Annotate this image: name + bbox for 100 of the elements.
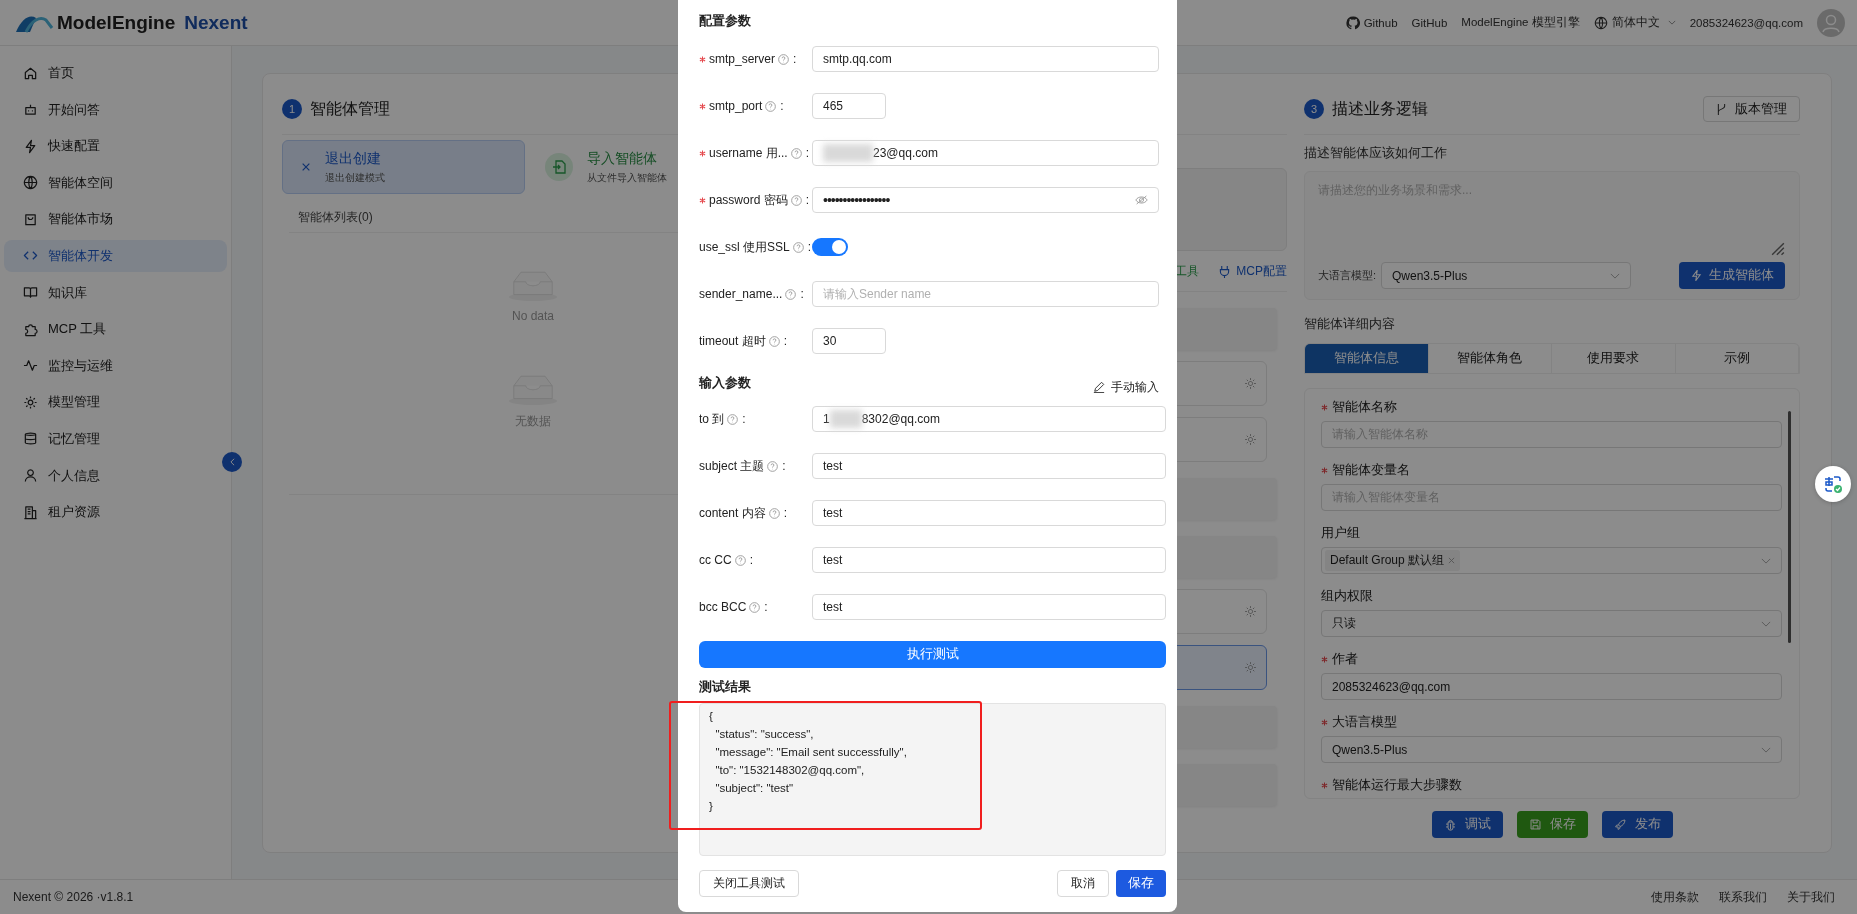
collapse-button[interactable] bbox=[222, 452, 242, 472]
close-test-button[interactable]: 关闭工具测试 bbox=[699, 870, 799, 897]
help-icon[interactable] bbox=[734, 554, 746, 566]
sidebar-item[interactable]: 首页 bbox=[4, 57, 227, 89]
run-test-button[interactable]: 执行测试 bbox=[699, 641, 1166, 668]
tab[interactable]: 智能体角色 bbox=[1428, 344, 1552, 373]
manual-input-link[interactable]: 手动输入 bbox=[1093, 378, 1159, 396]
github-link[interactable]: GitHub bbox=[1411, 16, 1448, 29]
sidebar-item[interactable]: 租户资源 bbox=[4, 496, 227, 529]
password-input[interactable]: ••••••••••••••••• bbox=[812, 187, 1159, 213]
sidebar-item[interactable]: 知识库 bbox=[4, 276, 227, 309]
details-title: 智能体详细内容 bbox=[1304, 316, 1396, 333]
eye-off-icon[interactable] bbox=[1135, 195, 1148, 205]
text-input[interactable]: test bbox=[812, 547, 1166, 573]
tab[interactable]: 示例 bbox=[1675, 344, 1799, 373]
sidebar-item[interactable]: 监控与运维 bbox=[4, 349, 227, 382]
publish-button[interactable]: 发布 bbox=[1601, 811, 1673, 838]
engine-link[interactable]: ModelEngine 模型引擎 bbox=[1461, 15, 1580, 30]
label-colon: : bbox=[783, 334, 788, 348]
label-colon: : bbox=[742, 412, 746, 426]
translate-button[interactable] bbox=[1815, 466, 1851, 502]
step-number: 1 bbox=[282, 99, 302, 119]
text-input[interactable]: smtp.qq.com bbox=[812, 46, 1159, 72]
text-input[interactable]: 465 bbox=[812, 93, 886, 119]
caret-icon bbox=[1667, 20, 1676, 25]
lightning-icon bbox=[23, 138, 38, 154]
text-input[interactable]: test bbox=[812, 500, 1166, 526]
select-field[interactable]: Qwen3.5-Plus bbox=[1321, 736, 1782, 763]
scrollbar[interactable] bbox=[1788, 411, 1791, 643]
avatar-icon[interactable] bbox=[1817, 8, 1845, 37]
sidebar-item[interactable]: 智能体空间 bbox=[4, 166, 227, 199]
footer-link[interactable]: 关于我们 bbox=[1787, 888, 1835, 906]
footer-link[interactable]: 使用条款 bbox=[1651, 888, 1699, 906]
robot-icon bbox=[23, 102, 38, 118]
help-icon[interactable] bbox=[768, 335, 780, 347]
building-icon bbox=[23, 504, 38, 520]
text-input[interactable]: 1 8302@qq.com bbox=[812, 406, 1166, 432]
sidebar-item[interactable]: 开始问答 bbox=[4, 93, 227, 126]
field-label: cc CC bbox=[699, 553, 732, 567]
help-icon[interactable] bbox=[790, 194, 802, 206]
help-icon[interactable] bbox=[727, 413, 739, 425]
globe-icon bbox=[1593, 15, 1608, 30]
gear-icon[interactable] bbox=[1244, 433, 1257, 446]
label-colon: : bbox=[805, 146, 810, 160]
mcp-config-link[interactable]: MCP配置 bbox=[1236, 262, 1287, 280]
sidebar-item[interactable]: 个人信息 bbox=[4, 459, 227, 492]
chevron-left-icon bbox=[229, 458, 235, 466]
text-input[interactable]: 30 bbox=[812, 328, 886, 354]
help-icon[interactable] bbox=[792, 241, 804, 253]
label-colon: : bbox=[793, 52, 797, 66]
sidebar-item[interactable]: 记忆管理 bbox=[4, 422, 227, 455]
select-field[interactable]: 只读 bbox=[1321, 610, 1782, 637]
sidebar-item[interactable]: 快速配置 bbox=[4, 130, 227, 163]
field-label: to 到 bbox=[699, 410, 725, 428]
text-input[interactable]: test bbox=[812, 594, 1166, 620]
sidebar-item[interactable]: 智能体开发 bbox=[4, 239, 227, 272]
translate-icon bbox=[1823, 474, 1843, 494]
text-input[interactable]: 23@qq.com bbox=[812, 140, 1159, 166]
lightning-icon bbox=[1690, 269, 1703, 282]
help-icon[interactable] bbox=[765, 100, 777, 112]
gear-icon[interactable] bbox=[1244, 377, 1257, 390]
text-input[interactable]: 2085324623@qq.com bbox=[1321, 673, 1782, 700]
tab[interactable]: 使用要求 bbox=[1552, 344, 1676, 373]
home-icon bbox=[23, 65, 38, 81]
exit-create-button[interactable]: 退出创建 退出创建模式 bbox=[282, 140, 525, 194]
tab[interactable]: 智能体信息 bbox=[1305, 344, 1429, 373]
debug-button[interactable]: 调试 bbox=[1431, 811, 1503, 838]
field-label: subject 主题 bbox=[699, 457, 765, 475]
text-input[interactable]: test bbox=[812, 453, 1166, 479]
section-title: 测试结果 bbox=[699, 679, 752, 696]
help-icon[interactable] bbox=[790, 147, 802, 159]
close-icon[interactable] bbox=[1448, 557, 1456, 564]
github-link[interactable]: Github bbox=[1345, 15, 1398, 30]
close-icon bbox=[301, 162, 311, 172]
version-button[interactable]: 版本管理 bbox=[1703, 96, 1800, 122]
toggle-switch[interactable] bbox=[812, 238, 848, 256]
save-button[interactable]: 保存 bbox=[1116, 870, 1166, 897]
cancel-button[interactable]: 取消 bbox=[1057, 870, 1109, 897]
help-icon[interactable] bbox=[778, 53, 790, 65]
language-selector[interactable]: 简体中文 bbox=[1611, 15, 1660, 30]
chevron-down-icon bbox=[1761, 746, 1771, 753]
result-output: { "status": "success", "message": "Email sent successfully", "to": "1532148302@qq.com", "subject": "test" } bbox=[699, 703, 1166, 856]
generate-button[interactable]: 生成智能体 bbox=[1679, 262, 1785, 289]
model-label: 大语言模型: bbox=[1318, 268, 1378, 283]
model-select[interactable]: Qwen3.5-Plus bbox=[1381, 262, 1631, 289]
help-icon[interactable] bbox=[767, 460, 779, 472]
help-icon[interactable] bbox=[749, 601, 761, 613]
help-icon[interactable] bbox=[768, 507, 780, 519]
multi-select-field[interactable]: Default Group 默认组 bbox=[1321, 547, 1782, 574]
pencil-icon bbox=[1093, 381, 1105, 393]
field-label: 智能体变量名 bbox=[1332, 461, 1410, 479]
sidebar-item[interactable]: MCP 工具 bbox=[4, 313, 227, 346]
footer-link[interactable]: 联系我们 bbox=[1719, 888, 1767, 906]
help-icon[interactable] bbox=[785, 288, 797, 300]
field-label: username 用... bbox=[709, 144, 788, 162]
gear-icon[interactable] bbox=[1244, 661, 1257, 674]
gear-icon[interactable] bbox=[1244, 605, 1257, 618]
book-icon bbox=[23, 285, 38, 301]
sidebar-item[interactable]: 模型管理 bbox=[4, 386, 227, 419]
sidebar-item[interactable]: 智能体市场 bbox=[4, 203, 227, 236]
